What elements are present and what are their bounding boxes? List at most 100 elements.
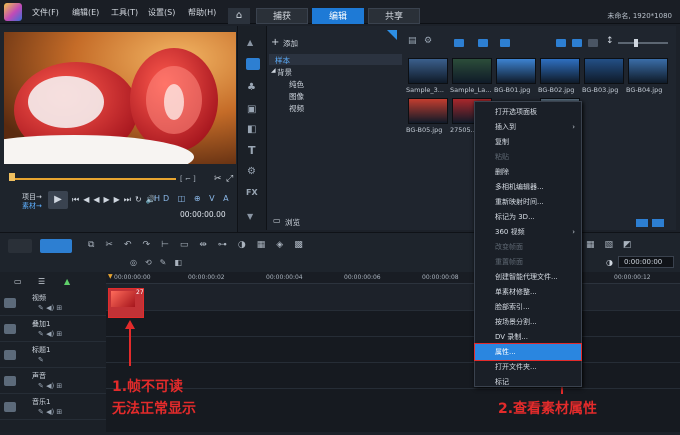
track-name-title: 标题1 xyxy=(32,346,51,354)
graphic-icon[interactable]: ⚙ xyxy=(247,166,256,177)
context-menu-item[interactable]: 打开文件夹... xyxy=(475,359,581,375)
context-menu-item[interactable]: 删除 xyxy=(475,164,581,180)
track-voice[interactable]: 声音 ✎ ◀) ⊞ xyxy=(0,368,106,394)
split-icon[interactable]: ✂ xyxy=(214,174,222,184)
scroll-down-icon[interactable]: ▼ xyxy=(247,212,253,221)
zoom-slider[interactable] xyxy=(618,42,668,44)
track-video[interactable]: 视频 ✎ ◀) ⊞ xyxy=(0,290,106,316)
context-menu-item: 重置帧面 xyxy=(475,254,581,270)
import-icon[interactable]: ▤ xyxy=(408,36,417,46)
thumbnail-image[interactable] xyxy=(628,58,668,84)
track-name-overlay: 叠加1 xyxy=(32,320,51,328)
browse-icon[interactable]: ▭ xyxy=(273,216,281,225)
context-menu-item[interactable]: 打开选项面板 xyxy=(475,104,581,120)
library-side-toolbar: ▲ ♣ ▣ ◧ T ⚙ FX ▼ xyxy=(239,26,267,230)
context-menu-item[interactable]: 按场景分割... xyxy=(475,314,581,330)
context-menu-item[interactable]: 单素材修整... xyxy=(475,284,581,300)
sort-icon[interactable]: ↕ xyxy=(606,36,614,46)
filter-photo-button[interactable] xyxy=(478,39,488,47)
enlarge-icon[interactable]: ⤢ xyxy=(226,174,233,184)
scroll-up-icon[interactable]: ▲ xyxy=(247,38,253,47)
ruler-tick: 00:00:00:08 xyxy=(422,274,459,281)
tab-capture[interactable]: 捕获 xyxy=(256,8,308,24)
context-menu-item[interactable]: 复制 xyxy=(475,134,581,150)
arrow-up-annotation xyxy=(125,320,135,366)
menu-tools[interactable]: 工具(T) xyxy=(111,7,138,18)
edit-tool-icons[interactable]: ⧉✂↶↷⊢▭⇹⊶◑▦◈▩ xyxy=(88,240,314,250)
fx-icon[interactable]: FX xyxy=(246,188,258,197)
timeline-ruler[interactable]: ▼ 00:00:00:00 00:00:00:02 00:00:00:04 00… xyxy=(106,272,680,284)
add-track-icon[interactable]: ▲ xyxy=(64,277,70,286)
context-menu-item[interactable]: 属性... xyxy=(474,343,582,361)
menu-edit[interactable]: 编辑(E) xyxy=(72,7,99,18)
menu-settings[interactable]: 设置(S) xyxy=(148,7,175,18)
text-icon[interactable]: T xyxy=(248,144,256,157)
context-menu-item[interactable]: 插入到 › xyxy=(475,119,581,135)
context-menu-item[interactable]: 创建智能代理文件... xyxy=(475,269,581,285)
thumbnail-image[interactable] xyxy=(408,98,448,124)
transition-icon[interactable]: ▣ xyxy=(247,104,256,115)
track-manager-icon[interactable]: ▭ xyxy=(14,277,22,286)
view-list-button[interactable] xyxy=(556,39,566,47)
thumbnail-image[interactable] xyxy=(540,58,580,84)
thumbnail-image[interactable] xyxy=(452,58,492,84)
track-music[interactable]: 音乐1 ✎ ◀) ⊞ xyxy=(0,394,106,420)
transport-buttons[interactable]: ⏮◀◀▶▶⏭↻🔊 xyxy=(72,195,160,205)
tree-item-solid[interactable]: 纯色 xyxy=(289,79,304,90)
media-icon[interactable] xyxy=(246,58,260,70)
title-tool-icon[interactable]: ◧ xyxy=(247,124,256,135)
tree-item-image[interactable]: 图像 xyxy=(289,91,304,102)
timeline-timecode[interactable]: 0:00:00:00 xyxy=(624,258,662,266)
subtitle-icon[interactable] xyxy=(636,219,648,227)
player-timecode[interactable]: 00:00:00.00 xyxy=(180,210,226,219)
track-list-icon[interactable]: ☰ xyxy=(38,277,45,286)
tab-edit[interactable]: 编辑 xyxy=(312,8,364,24)
context-menu-item[interactable]: 重新映射时间... xyxy=(475,194,581,210)
context-menu-item[interactable]: 360 视频 › xyxy=(475,224,581,240)
expand-icon[interactable]: ◢ xyxy=(271,67,276,74)
cc-icon[interactable] xyxy=(652,219,664,227)
menu-file[interactable]: 文件(F) xyxy=(32,7,59,18)
scrubber-track[interactable] xyxy=(10,178,176,180)
track-title[interactable]: 标题1 ✎ xyxy=(0,342,106,368)
video-track-lane[interactable] xyxy=(106,284,680,310)
filter-video-button[interactable] xyxy=(454,39,464,47)
context-menu-item[interactable]: 标记 xyxy=(475,374,581,390)
filter-audio-button[interactable] xyxy=(500,39,510,47)
add-icon[interactable]: + xyxy=(271,37,279,48)
clip-badge: 27 xyxy=(136,289,144,296)
video-clip[interactable]: 27 xyxy=(108,288,144,318)
context-menu-item[interactable]: 标记为 3D... xyxy=(475,209,581,225)
context-menu-item[interactable]: 脸部索引... xyxy=(475,299,581,315)
add-button[interactable]: 添加 xyxy=(283,38,298,49)
context-menu-item[interactable]: DV 录制... xyxy=(475,329,581,345)
thumbnail-image[interactable] xyxy=(584,58,624,84)
storyboard-view-button[interactable] xyxy=(8,239,32,253)
zoom-slider-handle[interactable] xyxy=(634,39,638,47)
clip-mode-label[interactable]: 素材→ xyxy=(22,201,42,211)
menu-help[interactable]: 帮助(H) xyxy=(188,7,216,18)
playhead-marker[interactable]: ▼ xyxy=(108,273,113,280)
view-detail-button[interactable] xyxy=(588,39,598,47)
instant-project-icon[interactable]: ♣ xyxy=(247,82,256,93)
tab-share[interactable]: 共享 xyxy=(368,8,420,24)
home-tab-icon[interactable]: ⌂ xyxy=(228,8,250,24)
fit-icon[interactable]: ◑ xyxy=(606,258,613,267)
browse-button[interactable]: 浏览 xyxy=(285,217,300,228)
settings-icon[interactable]: ⚙ xyxy=(424,36,432,46)
scrubber-handle[interactable] xyxy=(9,173,15,181)
hd-3d-icons[interactable]: HD ◫ ⊕ V A xyxy=(154,194,232,203)
tree-item-background[interactable]: 背景 xyxy=(277,67,292,78)
track-overlay[interactable]: 叠加1 ✎ ◀) ⊞ xyxy=(0,316,106,342)
thumbnail-image[interactable] xyxy=(496,58,536,84)
thumbnail-image[interactable] xyxy=(408,58,448,84)
play-button[interactable]: ▶ xyxy=(48,191,68,209)
view-grid-button[interactable] xyxy=(572,39,582,47)
timeline-view-button[interactable] xyxy=(40,239,72,253)
secondary-tool-icons[interactable]: ◎⟲✎◧ xyxy=(130,258,190,267)
trim-brackets[interactable]: [ ⌐ ] xyxy=(180,175,196,183)
context-menu-item[interactable]: 多相机编辑器... xyxy=(475,179,581,195)
zoom-tool-icons[interactable]: ▦▧◩ xyxy=(586,240,642,250)
context-menu-label: 打开文件夹... xyxy=(495,363,537,371)
tree-item-video[interactable]: 视频 xyxy=(289,103,304,114)
